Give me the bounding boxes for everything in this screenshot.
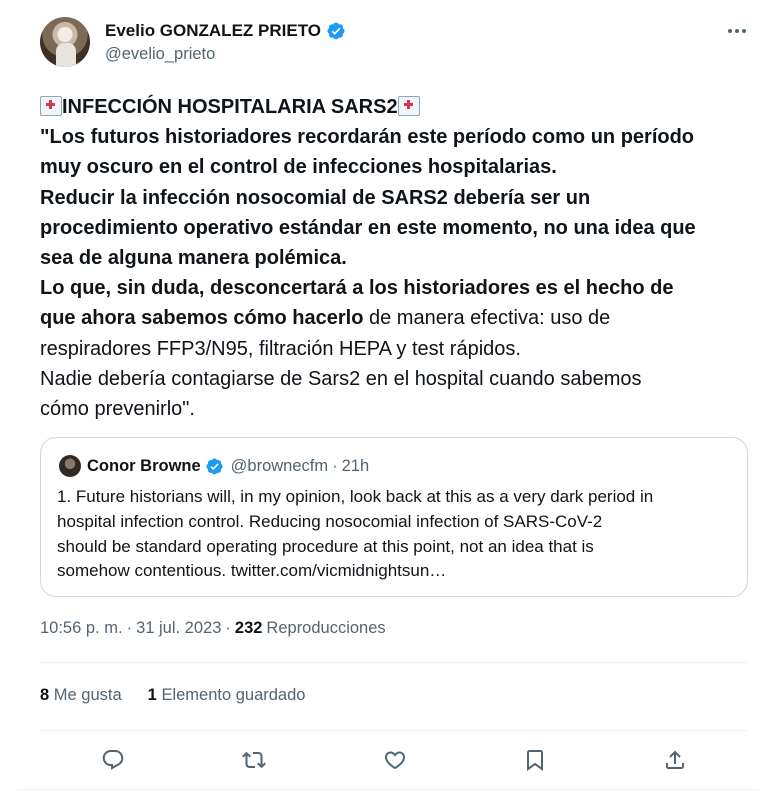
tweet-stats: 8 Me gusta 1 Elemento guardado bbox=[40, 686, 305, 705]
quote-author-handle: @brownecfm bbox=[230, 456, 329, 475]
bookmarks-stat[interactable]: 1 Elemento guardado bbox=[148, 686, 306, 705]
more-dot bbox=[728, 29, 732, 33]
quote-text: 1. Future historians will, in my opinion… bbox=[57, 485, 737, 584]
tweet-text-line: sea de alguna manera polémica. bbox=[40, 243, 752, 273]
more-options-icon[interactable] bbox=[722, 20, 752, 42]
likes-stat[interactable]: 8 Me gusta bbox=[40, 686, 122, 705]
hospital-icon bbox=[397, 96, 420, 116]
tweet-text-segment: respiradores FFP3/N95, filtración HEPA y… bbox=[40, 337, 521, 360]
meta-separator: · bbox=[225, 619, 231, 637]
tweet-text-line: muy oscuro en el control de infecciones … bbox=[40, 152, 752, 182]
more-dot bbox=[735, 29, 739, 33]
tweet-text-segment: muy oscuro en el control de infecciones … bbox=[40, 156, 557, 179]
tweet-text-line: cómo prevenirlo". bbox=[40, 394, 752, 424]
bookmark-icon[interactable] bbox=[520, 745, 550, 775]
tweet: Evelio GONZALEZ PRIETO @evelio_prieto IN… bbox=[0, 0, 776, 792]
verified-badge-icon bbox=[206, 458, 223, 474]
tweet-text-segment: procedimiento operativo estándar en este… bbox=[40, 216, 696, 239]
tweet-text: INFECCIÓN HOSPITALARIA SARS2 "Los futuros… bbox=[40, 92, 752, 424]
likes-count: 8 bbox=[40, 686, 50, 704]
tweet-text-line: respiradores FFP3/N95, filtración HEPA y… bbox=[40, 334, 752, 364]
verified-badge-icon[interactable] bbox=[326, 21, 346, 41]
author-handle[interactable]: @evelio_prieto bbox=[105, 45, 215, 64]
bookmarks-count: 1 bbox=[147, 686, 157, 704]
bookmarks-label: Elemento guardado bbox=[161, 686, 306, 704]
tweet-text-segment: de manera efectiva: uso de bbox=[363, 307, 611, 330]
bottom-border bbox=[18, 789, 758, 790]
quote-text-line: should be standard operating procedure a… bbox=[57, 536, 594, 556]
divider bbox=[40, 730, 748, 731]
meta-separator: · bbox=[126, 619, 133, 637]
tweet-date[interactable]: 31 jul. 2023 bbox=[136, 619, 221, 638]
avatar[interactable] bbox=[40, 17, 90, 67]
tweet-text-line: "Los futuros historiadores recordarán es… bbox=[40, 122, 752, 152]
tweet-text-line: Lo que, sin duda, desconcertará a los hi… bbox=[40, 273, 752, 303]
tweet-text-segment: Reducir la infección nosocomial de SARS2… bbox=[40, 186, 591, 209]
tweet-text-segment: cómo prevenirlo". bbox=[40, 397, 195, 420]
tweet-meta: 10:56 p. m. · 31 jul. 2023 · 232 Reprodu… bbox=[40, 619, 386, 638]
quote-text-line: hospital infection control. Reducing nos… bbox=[57, 511, 603, 531]
quote-separator: · bbox=[332, 456, 338, 475]
tweet-text-line: procedimiento operativo estándar en este… bbox=[40, 213, 752, 243]
tweet-time[interactable]: 10:56 p. m. bbox=[40, 619, 123, 638]
retweet-icon[interactable] bbox=[239, 745, 269, 775]
quote-author-name: Conor Browne bbox=[87, 456, 201, 475]
quote-text-line: somehow contentious. twitter.com/vicmidn… bbox=[57, 561, 447, 581]
author-name-row: Evelio GONZALEZ PRIETO bbox=[105, 19, 346, 43]
quote-time: 21h bbox=[341, 456, 370, 475]
author-display-name[interactable]: Evelio GONZALEZ PRIETO bbox=[105, 21, 321, 41]
tweet-actions bbox=[40, 745, 748, 775]
tweet-text-segment: que ahora sabemos cómo hacerlo bbox=[40, 307, 364, 330]
tweet-text-segment: Lo que, sin duda, desconcertará a los hi… bbox=[40, 277, 674, 300]
more-dot bbox=[742, 29, 746, 33]
quote-header: Conor Browne @brownecfm · 21h bbox=[87, 454, 369, 478]
share-icon[interactable] bbox=[660, 745, 690, 775]
tweet-text-segment: Nadie debería contagiarse de Sars2 en el… bbox=[40, 367, 642, 390]
views-label: Reproducciones bbox=[266, 619, 386, 637]
likes-label: Me gusta bbox=[53, 686, 122, 704]
quote-avatar bbox=[59, 455, 81, 477]
like-icon[interactable] bbox=[380, 745, 410, 775]
quote-text-line: 1. Future historians will, in my opinion… bbox=[57, 487, 654, 506]
tweet-text-line: que ahora sabemos cómo hacerlo de manera… bbox=[40, 303, 752, 333]
quoted-tweet[interactable]: Conor Browne @brownecfm · 21h 1. Future … bbox=[40, 437, 748, 597]
tweet-text-segment: INFECCIÓN HOSPITALARIA SARS2 bbox=[62, 96, 398, 118]
divider bbox=[40, 662, 748, 663]
reply-icon[interactable] bbox=[98, 745, 128, 775]
tweet-text-segment: "Los futuros historiadores recordarán es… bbox=[40, 126, 695, 149]
tweet-text-segment: sea de alguna manera polémica. bbox=[40, 246, 347, 269]
tweet-text-line: INFECCIÓN HOSPITALARIA SARS2 bbox=[40, 92, 752, 122]
hospital-icon bbox=[40, 96, 62, 116]
tweet-text-line: Nadie debería contagiarse de Sars2 en el… bbox=[40, 364, 752, 394]
views-count: 232 bbox=[234, 619, 263, 637]
tweet-text-line: Reducir la infección nosocomial de SARS2… bbox=[40, 183, 752, 213]
